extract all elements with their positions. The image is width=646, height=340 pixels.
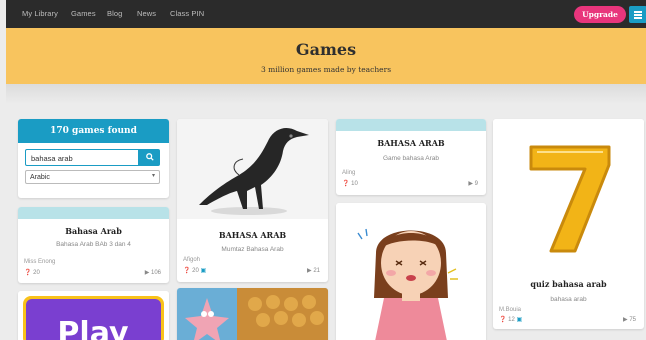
question-icon: ❓ <box>499 317 507 323</box>
game-author: Afigoh <box>183 257 201 263</box>
game-author: M.Bouia <box>499 307 522 313</box>
nav-link-my-library[interactable]: My Library <box>22 9 58 18</box>
search-input[interactable]: bahasa arab <box>25 149 139 166</box>
game-author: Miss Enong <box>24 259 56 265</box>
game-subtitle: Bahasa Arab BAb 3 dan 4 <box>56 241 131 248</box>
game-card[interactable]: Bahasa Arab Bahasa Arab BAb 3 dan 4 Miss… <box>18 207 169 283</box>
crow-image <box>177 119 328 219</box>
play-icon: ▶ <box>144 270 150 276</box>
game-title: Bahasa Arab <box>65 226 122 236</box>
game-title: BAHASA ARAB <box>377 138 445 148</box>
chevron-down-icon: ▾ <box>151 173 155 179</box>
game-stat: ❓ 10 <box>342 181 358 187</box>
game-stat: ❓ 12 ▣ <box>499 317 523 323</box>
page-subtitle: 3 million games made by teachers <box>260 65 392 74</box>
results-count: 170 games found <box>18 119 169 143</box>
question-icon: ❓ <box>342 181 350 187</box>
language-select-value: Arabic <box>30 174 50 181</box>
card-header-strip <box>18 207 169 219</box>
play-icon: ▶ <box>623 317 628 323</box>
game-subtitle: Mumtaz Bahasa Arab <box>221 246 284 253</box>
page-title: Games <box>295 40 357 59</box>
card-header-strip <box>336 119 486 131</box>
game-subtitle: bahasa arab <box>550 296 587 303</box>
top-navigation: My Library Games Blog News Class PIN Upg… <box>6 0 646 28</box>
play-banner-image: Play <box>18 291 169 340</box>
game-stat: ❓ 20 <box>24 270 40 276</box>
hero-shadow <box>6 84 646 104</box>
game-plays: ▶ 9 <box>468 181 478 187</box>
cartoon-girl-image <box>336 203 486 340</box>
search-icon <box>145 153 154 161</box>
nav-link-class-pin[interactable]: Class PIN <box>170 9 204 18</box>
nav-link-games[interactable]: Games <box>71 9 96 18</box>
game-stat: ❓ 20 ▣ <box>183 268 207 274</box>
menu-button[interactable] <box>629 6 646 23</box>
game-card[interactable] <box>336 203 486 340</box>
game-title: quiz bahasa arab <box>530 279 607 289</box>
game-plays: ▶ 75 <box>623 317 636 323</box>
game-card[interactable]: Play <box>18 291 169 340</box>
game-card[interactable]: quiz bahasa arab bahasa arab M.Bouia ❓ 1… <box>493 119 644 329</box>
search-button[interactable] <box>139 149 160 166</box>
hamburger-icon <box>634 11 642 13</box>
game-plays: ▶ 106 <box>144 270 161 276</box>
game-card[interactable]: BAHASA ARAB Game bahasa Arab Aling ❓ 10 … <box>336 119 486 195</box>
cartoon-starfish-image <box>177 288 328 340</box>
filter-panel: 170 games found bahasa arab Arabic ▾ <box>18 119 169 198</box>
nav-link-blog[interactable]: Blog <box>107 9 122 18</box>
upgrade-button[interactable]: Upgrade <box>574 6 626 23</box>
image-icon: ▣ <box>516 317 523 323</box>
hero-banner: Games 3 million games made by teachers <box>6 28 646 84</box>
image-icon: ▣ <box>200 268 207 274</box>
game-title: BAHASA ARAB <box>218 230 287 240</box>
nav-link-news[interactable]: News <box>137 9 156 18</box>
language-select[interactable]: Arabic ▾ <box>25 170 160 184</box>
hamburger-icon <box>634 17 642 19</box>
question-icon: ❓ <box>183 268 191 274</box>
game-subtitle: Game bahasa Arab <box>382 155 439 162</box>
game-author: Aling <box>342 170 356 176</box>
play-icon: ▶ <box>468 181 473 187</box>
hamburger-icon <box>634 14 642 16</box>
game-card[interactable] <box>177 288 328 340</box>
question-icon: ❓ <box>24 270 32 276</box>
play-banner-text: Play <box>57 316 129 340</box>
game-plays: ▶ 21 <box>307 268 320 274</box>
game-card[interactable]: BAHASA ARAB Mumtaz Bahasa Arab Afigoh ❓ … <box>177 119 328 282</box>
number-seven-image <box>493 119 644 264</box>
play-icon: ▶ <box>307 268 312 274</box>
